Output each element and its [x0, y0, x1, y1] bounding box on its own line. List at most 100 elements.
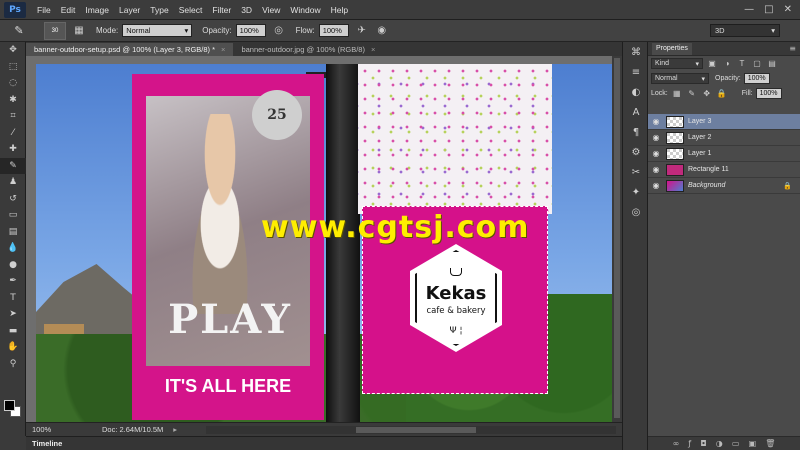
paragraph-panel-icon[interactable]: ¶ [623, 122, 649, 142]
shape-filter-icon[interactable]: ▢ [751, 58, 763, 70]
brush-tool-preset-icon[interactable]: ✎ [6, 22, 32, 40]
blur-tool-icon[interactable]: 💧 [0, 240, 26, 257]
eraser-tool-icon[interactable]: ▭ [0, 207, 26, 224]
airbrush-icon[interactable]: ✈ [355, 24, 369, 38]
layer-opacity-field[interactable]: 100% [743, 73, 770, 84]
eyedropper-tool-icon[interactable]: ⁄ [0, 125, 26, 142]
healing-brush-tool-icon[interactable]: ✚ [0, 141, 26, 158]
menu-view[interactable]: View [257, 5, 285, 15]
color-swatches[interactable] [4, 400, 22, 418]
zoom-level[interactable]: 100% [26, 425, 56, 434]
delete-layer-icon[interactable]: 🗑 [765, 439, 775, 448]
opacity-field[interactable]: 100% [235, 24, 266, 37]
document-canvas[interactable]: 25 PLAY IT'S ALL HERE Kekas cafe & baker… [26, 56, 622, 422]
flow-field[interactable]: 100% [318, 24, 349, 37]
dodge-tool-icon[interactable]: ● [0, 257, 26, 274]
menu-filter[interactable]: Filter [207, 5, 236, 15]
eye-icon[interactable]: ◉ [648, 117, 664, 126]
lock-pixels-icon[interactable]: ✎ [686, 88, 698, 100]
clone-stamp-tool-icon[interactable]: ♟ [0, 174, 26, 191]
layer-row[interactable]: ◉ Layer 3 [648, 114, 800, 130]
add-mask-icon[interactable]: ◘ [700, 439, 706, 448]
zoom-tool-icon[interactable]: ⚲ [0, 356, 26, 373]
minimize-icon[interactable]: — [744, 4, 754, 15]
canvas-image[interactable]: 25 PLAY IT'S ALL HERE Kekas cafe & baker… [36, 64, 614, 422]
menu-type[interactable]: Type [145, 5, 173, 15]
move-tool-icon[interactable]: ✥ [0, 42, 26, 59]
tools-presets-icon[interactable]: ✂ [623, 162, 649, 182]
eye-icon[interactable]: ◉ [648, 181, 664, 190]
eye-icon[interactable]: ◉ [648, 165, 664, 174]
fill-field[interactable]: 100% [755, 88, 782, 99]
layer-row[interactable]: ◉ Rectangle 11 [648, 162, 800, 178]
lock-transparency-icon[interactable]: ▦ [671, 88, 683, 100]
smart-object-filter-icon[interactable]: ▤ [766, 58, 778, 70]
color-panel-icon[interactable]: ◐ [623, 82, 649, 102]
styles-panel-icon[interactable]: ✦ [623, 182, 649, 202]
status-menu-icon[interactable]: ▸ [173, 425, 177, 434]
marquee-tool-icon[interactable]: ⬚ [0, 59, 26, 76]
layer-row[interactable]: ◉ Layer 2 [648, 130, 800, 146]
tab-timeline[interactable]: Timeline [26, 439, 68, 448]
quick-select-tool-icon[interactable]: ✱ [0, 92, 26, 109]
filter-kind-select[interactable]: Kind ▾ [651, 58, 703, 69]
brush-size-picker[interactable]: 30 [44, 21, 66, 40]
blend-mode-select[interactable]: Normal ▾ [651, 73, 709, 84]
new-layer-icon[interactable]: ▣ [749, 439, 757, 448]
lock-all-icon[interactable]: 🔒 [716, 88, 728, 100]
layer-style-icon[interactable]: ƒ [688, 439, 691, 448]
tab-banner-outdoor-setup[interactable]: banner-outdoor-setup.psd @ 100% (Layer 3… [26, 43, 234, 56]
adjustment-filter-icon[interactable]: ◑ [721, 58, 733, 70]
history-brush-tool-icon[interactable]: ↺ [0, 191, 26, 208]
menu-file[interactable]: File [32, 5, 56, 15]
new-group-icon[interactable]: ▭ [732, 439, 740, 448]
character-panel-icon[interactable]: A [623, 102, 649, 122]
tab-properties[interactable]: Properties [652, 42, 692, 55]
gradient-tool-icon[interactable]: ▤ [0, 224, 26, 241]
layer-row[interactable]: ◉ Background 🔒 [648, 178, 800, 194]
path-select-tool-icon[interactable]: ➤ [0, 306, 26, 323]
mode-select[interactable]: Normal ▾ [122, 24, 193, 37]
type-tool-icon[interactable]: T [0, 290, 26, 307]
3d-panel-icon[interactable]: ◎ [623, 202, 649, 222]
close-tab-icon[interactable]: × [221, 45, 225, 54]
lasso-tool-icon[interactable]: ◌ [0, 75, 26, 92]
close-tab-icon[interactable]: × [371, 45, 375, 54]
menu-help[interactable]: Help [326, 5, 353, 15]
vertical-scrollbar[interactable] [612, 56, 622, 422]
workspace-select[interactable]: 3D ▾ [710, 24, 780, 37]
menu-3d[interactable]: 3D [236, 5, 257, 15]
adjustment-layer-icon[interactable]: ◑ [716, 439, 723, 448]
pixel-filter-icon[interactable]: ▣ [706, 58, 718, 70]
menu-edit[interactable]: Edit [56, 5, 81, 15]
lock-position-icon[interactable]: ✥ [701, 88, 713, 100]
menu-layer[interactable]: Layer [114, 5, 145, 15]
crop-tool-icon[interactable]: ⌗ [0, 108, 26, 125]
panel-menu-icon[interactable]: ≡ [789, 44, 796, 53]
layer-row[interactable]: ◉ Layer 1 [648, 146, 800, 162]
eye-icon[interactable]: ◉ [648, 133, 664, 142]
brush-tool-icon[interactable]: ✎ [0, 157, 26, 174]
type-filter-icon[interactable]: T [736, 58, 748, 70]
menu-image[interactable]: Image [80, 5, 114, 15]
maximize-icon[interactable]: □ [764, 4, 773, 15]
menu-window[interactable]: Window [285, 5, 325, 15]
foreground-color-swatch[interactable] [4, 400, 15, 411]
close-icon[interactable]: ✕ [784, 4, 792, 15]
pen-tool-icon[interactable]: ✒ [0, 273, 26, 290]
pressure-opacity-icon[interactable]: ◎ [272, 24, 286, 38]
menu-select[interactable]: Select [174, 5, 208, 15]
link-layers-icon[interactable]: ∞ [673, 439, 680, 448]
pressure-size-icon[interactable]: ◉ [375, 24, 389, 38]
scroll-thumb[interactable] [614, 58, 620, 418]
shape-tool-icon[interactable]: ▬ [0, 323, 26, 340]
eye-icon[interactable]: ◉ [648, 149, 664, 158]
tab-banner-outdoor[interactable]: banner-outdoor.jpg @ 100% (RGB/8) × [233, 43, 383, 56]
properties-panel-icon[interactable]: ≡ [623, 62, 649, 82]
history-panel-icon[interactable]: ⌘ [623, 42, 649, 62]
horizontal-scrollbar[interactable] [206, 426, 616, 434]
brush-panel-icon[interactable]: ▦ [72, 24, 86, 38]
scroll-thumb[interactable] [356, 427, 476, 433]
adjustments-panel-icon[interactable]: ⚙ [623, 142, 649, 162]
hand-tool-icon[interactable]: ✋ [0, 339, 26, 356]
